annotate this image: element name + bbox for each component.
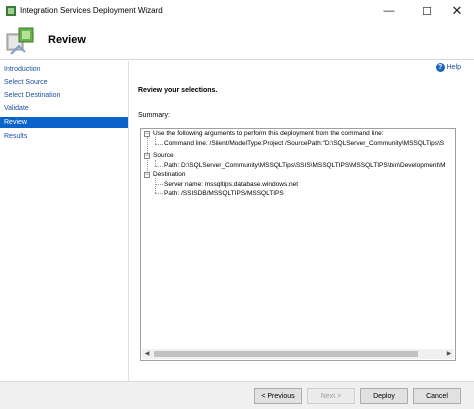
window-title: Integration Services Deployment Wizard (20, 6, 163, 15)
help-link[interactable]: ? Help (435, 63, 461, 72)
wizard-footer: < Previous Next > Deploy Cancel (0, 381, 474, 409)
maximize-button[interactable]: ☐ (410, 0, 444, 22)
tree-leaf-destination-path: Path: /SSISDB/MSSQLTIPS/MSSQLTIPS (164, 190, 284, 197)
tree-leaf-source-path: Path: D:\SQLServer_Community\MSSQLTips\S… (164, 162, 446, 169)
scroll-left-icon[interactable]: ◀ (142, 349, 152, 359)
collapse-toggle-source[interactable]: − (144, 153, 150, 159)
summary-label: Summary: (138, 112, 170, 119)
collapse-toggle-arguments[interactable]: − (144, 131, 150, 137)
summary-tree[interactable]: − Use the following arguments to perform… (140, 128, 456, 361)
sidebar-item-introduction[interactable]: Introduction (0, 64, 128, 75)
cancel-button[interactable]: Cancel (413, 388, 461, 404)
previous-button[interactable]: < Previous (254, 388, 302, 404)
collapse-toggle-destination[interactable]: − (144, 172, 150, 178)
sidebar-item-select-destination[interactable]: Select Destination (0, 90, 128, 101)
sidebar-item-results[interactable]: Results (0, 131, 128, 142)
scrollbar-thumb[interactable] (154, 351, 418, 357)
next-button[interactable]: Next > (307, 388, 355, 404)
help-label: Help (446, 64, 461, 71)
minimize-button[interactable]: — (372, 0, 406, 22)
title-bar: Integration Services Deployment Wizard —… (0, 0, 474, 22)
app-icon (6, 6, 16, 16)
sidebar-item-review[interactable]: Review (0, 117, 128, 128)
wizard-steps-sidebar: Introduction Select Source Select Destin… (0, 61, 129, 381)
tree-leaf-server-name: Server name: mssqltips.database.windows.… (164, 181, 299, 188)
tree-node-arguments: Use the following arguments to perform t… (153, 130, 384, 137)
deploy-button[interactable]: Deploy (360, 388, 408, 404)
help-icon: ? (435, 63, 445, 72)
sidebar-item-select-source[interactable]: Select Source (0, 77, 128, 88)
page-title: Review (48, 34, 86, 46)
deployment-wizard-icon (6, 27, 34, 55)
review-panel: ? Help Review your selections. Summary: … (130, 61, 474, 381)
sidebar-item-validate[interactable]: Validate (0, 103, 128, 114)
scroll-right-icon[interactable]: ▶ (444, 349, 454, 359)
wizard-header: Review (0, 22, 474, 60)
close-button[interactable]: ✕ (440, 0, 474, 22)
tree-node-source: Source (153, 152, 174, 159)
horizontal-scrollbar[interactable]: ◀ ▶ (142, 349, 454, 359)
tree-leaf-command-line: Command line: /Silent/ModelType:Project … (164, 140, 445, 147)
tree-node-destination: Destination (153, 171, 186, 178)
review-heading: Review your selections. (138, 87, 218, 94)
